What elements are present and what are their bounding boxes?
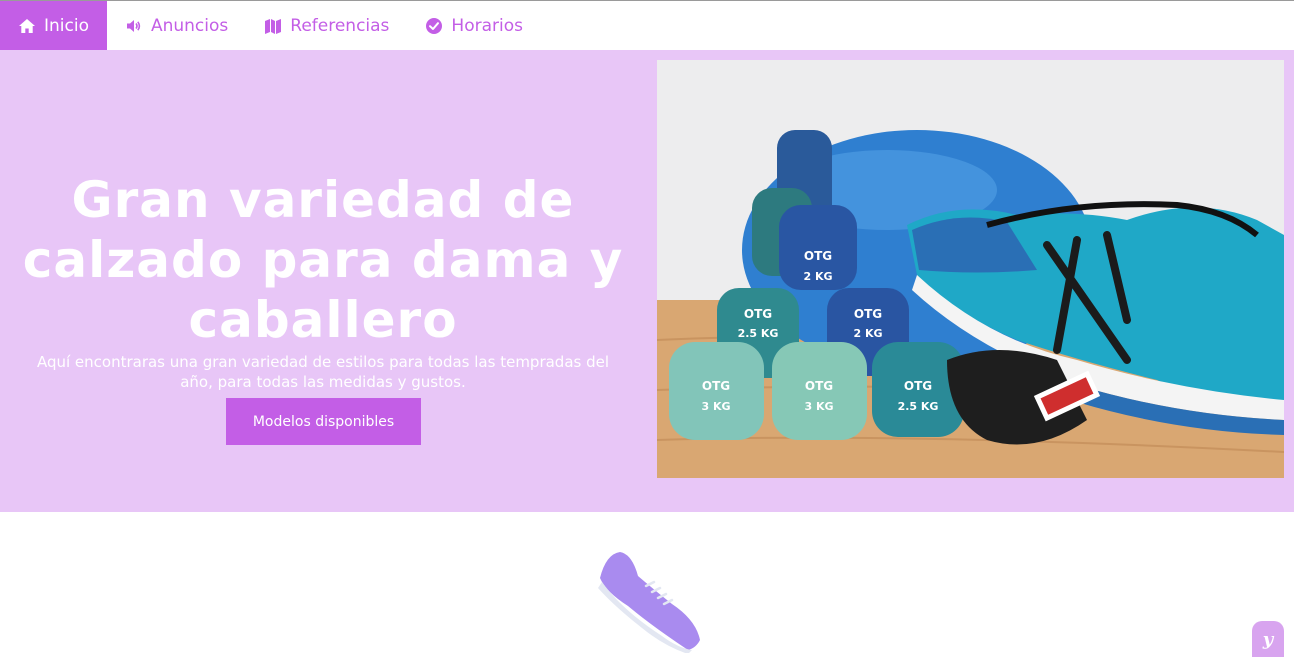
dumbbell-brand: OTG [805, 379, 833, 393]
nav-item-label: Referencias [290, 15, 390, 36]
check-circle-icon [425, 17, 443, 35]
corner-badge[interactable]: y [1252, 621, 1284, 657]
megaphone-icon [125, 17, 143, 35]
models-available-button[interactable]: Modelos disponibles [226, 398, 421, 445]
dumbbell-brand: OTG [854, 307, 882, 321]
map-icon [264, 17, 282, 35]
hero-text-block: Gran variedad de calzado para dama y cab… [22, 170, 624, 392]
nav-item-label: Inicio [44, 15, 89, 36]
dumbbell-brand: OTG [904, 379, 932, 393]
dumbbell-weight-label: 3 KG [701, 400, 730, 413]
hero-title: Gran variedad de calzado para dama y cab… [22, 171, 624, 349]
nav-item-inicio[interactable]: Inicio [0, 1, 107, 50]
hero-image: OTG 2 KG OTG 2.5 KG OTG 2 KG OTG 3 KG OT… [657, 60, 1284, 478]
home-icon [18, 17, 36, 35]
hero-section: Gran variedad de calzado para dama y cab… [0, 50, 1294, 512]
sneaker-icon [592, 548, 704, 653]
dumbbell-weight-label: 2 KG [853, 327, 882, 340]
dumbbell-weight-label: 3 KG [804, 400, 833, 413]
nav-item-referencias[interactable]: Referencias [246, 1, 407, 50]
nav-item-label: Horarios [451, 15, 523, 36]
dumbbell-brand: OTG [702, 379, 730, 393]
nav-item-anuncios[interactable]: Anuncios [107, 1, 246, 50]
hero-subtitle: Aquí encontraras una gran variedad de es… [36, 353, 610, 391]
dumbbell-weight-label: 2 KG [803, 270, 832, 283]
top-navigation: Inicio Anuncios Referencias Horarios [0, 0, 1294, 50]
dumbbell-brand: OTG [804, 249, 832, 263]
dumbbells-and-sneaker-photo: OTG 2 KG OTG 2.5 KG OTG 2 KG OTG 3 KG OT… [657, 60, 1284, 478]
dumbbell-weight-label: 2.5 KG [738, 327, 779, 340]
nav-item-horarios[interactable]: Horarios [407, 1, 541, 50]
dumbbell-weight-label: 2.5 KG [898, 400, 939, 413]
dumbbell-brand: OTG [744, 307, 772, 321]
nav-item-label: Anuncios [150, 15, 229, 36]
